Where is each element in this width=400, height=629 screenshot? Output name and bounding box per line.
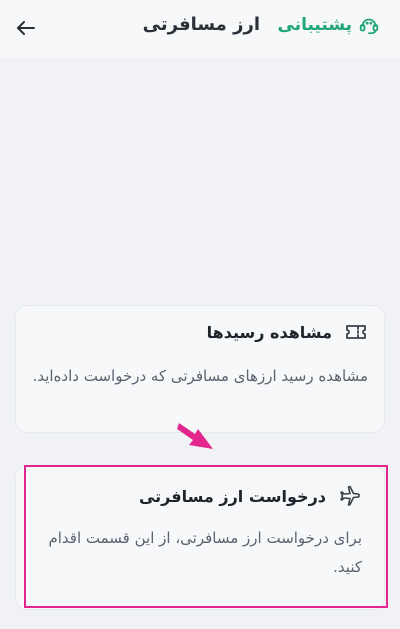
card-title: درخواست ارز مسافرتی (138, 486, 326, 506)
card-header: درخواست ارز مسافرتی (139, 484, 362, 508)
pointer-arrow-icon (177, 423, 213, 449)
back-button[interactable] (10, 12, 42, 44)
card-header: مشاهده رسیدها (207, 320, 368, 344)
card-title: مشاهده رسیدها (206, 322, 332, 342)
card-description: مشاهده رسید ارزهای مسافرتی که درخواست دا… (32, 367, 368, 385)
page-title: ارز مسافرتی (142, 14, 260, 35)
ticket-icon (344, 320, 368, 344)
top-bar: ارز مسافرتی پشتیبانی (0, 0, 400, 58)
request-travel-currency-card[interactable]: درخواست ارز مسافرتی برای درخواست ارز مسا… (15, 465, 385, 610)
support-button[interactable]: پشتیبانی (278, 14, 380, 36)
support-label: پشتیبانی (277, 15, 352, 35)
view-receipts-card[interactable]: مشاهده رسیدها مشاهده رسید ارزهای مسافرتی… (15, 305, 385, 433)
arrow-left-icon (17, 21, 35, 35)
airplane-icon (338, 484, 362, 508)
headset-icon (358, 14, 380, 36)
card-description: برای درخواست ارز مسافرتی، از این قسمت اق… (48, 529, 362, 576)
